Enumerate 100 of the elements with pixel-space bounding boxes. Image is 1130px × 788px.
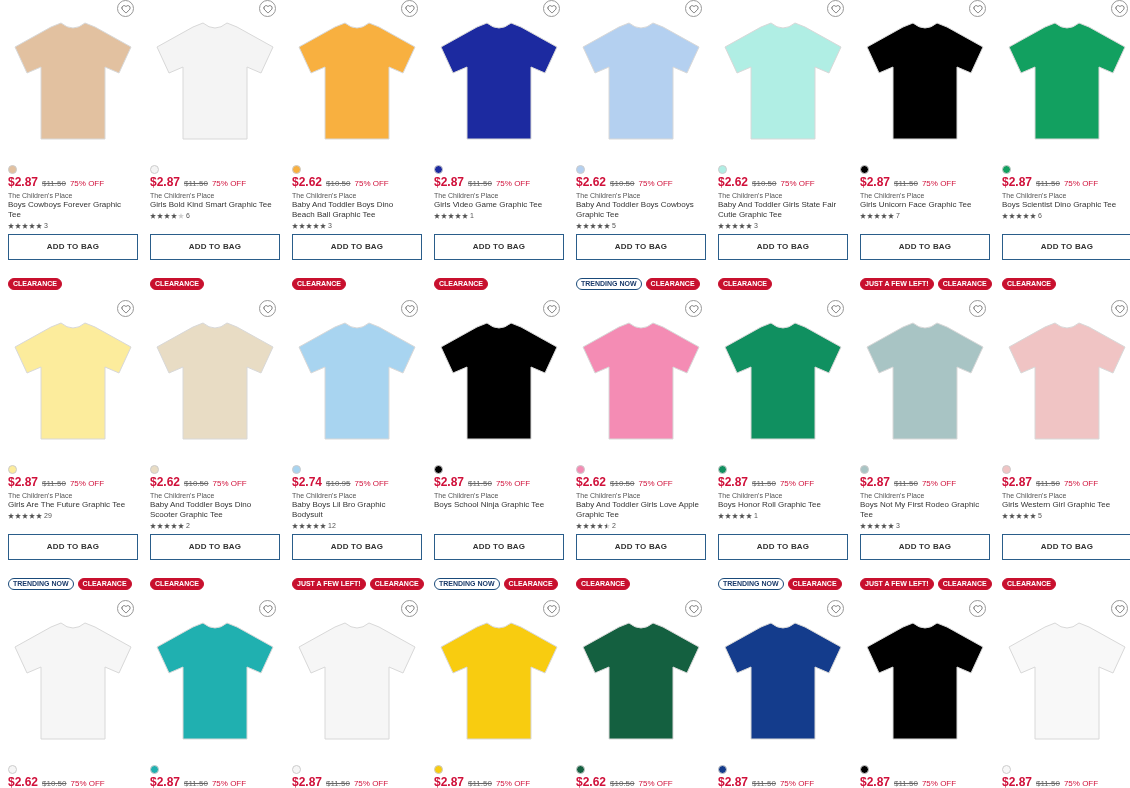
- color-swatch[interactable]: [718, 165, 727, 174]
- color-swatch[interactable]: [8, 765, 17, 774]
- wishlist-button[interactable]: [969, 300, 986, 317]
- product-name[interactable]: Baby And Toddler Boys Cowboys Graphic Tee: [576, 200, 706, 220]
- add-to-bag-button[interactable]: ADD TO BAG: [576, 234, 706, 260]
- add-to-bag-button[interactable]: ADD TO BAG: [150, 534, 280, 560]
- original-price: $10.50: [42, 778, 67, 788]
- wishlist-button[interactable]: [259, 0, 276, 17]
- heart-icon: [120, 3, 131, 14]
- product-name[interactable]: Baby Boys Lil Bro Graphic Bodysuit: [292, 500, 422, 520]
- wishlist-button[interactable]: [1111, 300, 1128, 317]
- wishlist-button[interactable]: [117, 300, 134, 317]
- product-name[interactable]: Baby And Toddler Boys Dino Beach Ball Graphic Tee: [292, 200, 422, 220]
- color-swatch[interactable]: [292, 465, 301, 474]
- wishlist-button[interactable]: [827, 600, 844, 617]
- discount-label: 75% OFF: [1063, 478, 1099, 490]
- color-swatch[interactable]: [718, 465, 727, 474]
- wishlist-button[interactable]: [543, 600, 560, 617]
- wishlist-button[interactable]: [117, 600, 134, 617]
- color-swatch[interactable]: [150, 465, 159, 474]
- color-swatch[interactable]: [1002, 465, 1011, 474]
- original-price: $11.50: [752, 478, 776, 490]
- product-name[interactable]: Boys Honor Roll Graphic Tee: [718, 500, 825, 510]
- original-price: $11.50: [184, 778, 208, 788]
- add-to-bag-button[interactable]: ADD TO BAG: [718, 534, 848, 560]
- heart-icon: [830, 3, 841, 14]
- product-name[interactable]: Girls Western Girl Graphic Tee: [1002, 500, 1115, 510]
- add-to-bag-button[interactable]: ADD TO BAG: [1002, 534, 1130, 560]
- add-to-bag-button[interactable]: ADD TO BAG: [718, 234, 848, 260]
- product-name[interactable]: Boys Scientist Dino Graphic Tee: [1002, 200, 1121, 210]
- color-swatch[interactable]: [150, 165, 159, 174]
- add-to-bag-button[interactable]: ADD TO BAG: [1002, 234, 1130, 260]
- color-swatch[interactable]: [8, 465, 17, 474]
- product-name[interactable]: Girls Bold Kind Smart Graphic Tee: [150, 200, 276, 210]
- wishlist-button[interactable]: [401, 0, 418, 17]
- sale-price: $2.62: [576, 175, 607, 189]
- original-price: $10.50: [610, 478, 635, 490]
- wishlist-button[interactable]: [117, 0, 134, 17]
- add-to-bag-button[interactable]: ADD TO BAG: [8, 234, 138, 260]
- color-swatch[interactable]: [292, 765, 301, 774]
- add-to-bag-button[interactable]: ADD TO BAG: [150, 234, 280, 260]
- wishlist-button[interactable]: [543, 300, 560, 317]
- add-to-bag-button[interactable]: ADD TO BAG: [434, 534, 564, 560]
- color-swatch[interactable]: [576, 765, 585, 774]
- wishlist-button[interactable]: [259, 600, 276, 617]
- sale-price: $2.87: [718, 475, 749, 489]
- wishlist-button[interactable]: [259, 300, 276, 317]
- add-to-bag-button[interactable]: ADD TO BAG: [576, 534, 706, 560]
- product-name[interactable]: Girls Video Game Graphic Tee: [434, 200, 547, 210]
- color-swatch[interactable]: [860, 165, 869, 174]
- product-name[interactable]: Girls Unicorn Face Graphic Tee: [860, 200, 976, 210]
- wishlist-button[interactable]: [401, 300, 418, 317]
- color-swatch[interactable]: [1002, 165, 1011, 174]
- add-to-bag-button[interactable]: ADD TO BAG: [860, 234, 990, 260]
- color-swatch[interactable]: [1002, 765, 1011, 774]
- product-name[interactable]: Boys School Ninja Graphic Tee: [434, 500, 549, 510]
- discount-label: 75% OFF: [921, 478, 957, 490]
- heart-icon: [1114, 303, 1125, 314]
- discount-label: 75% OFF: [69, 178, 105, 190]
- sale-price: $2.87: [150, 175, 181, 189]
- sale-price: $2.62: [576, 475, 607, 489]
- original-price: $11.50: [1036, 478, 1060, 490]
- color-swatch[interactable]: [8, 165, 17, 174]
- color-swatch[interactable]: [434, 165, 443, 174]
- color-swatch[interactable]: [860, 465, 869, 474]
- sale-price: $2.87: [718, 775, 749, 788]
- wishlist-button[interactable]: [1111, 0, 1128, 17]
- product-name[interactable]: Boys Cowboys Forever Graphic Tee: [8, 200, 138, 220]
- product-name[interactable]: Baby And Toddler Girls State Fair Cutie Graphic Tee: [718, 200, 848, 220]
- wishlist-button[interactable]: [827, 0, 844, 17]
- sale-price: $2.87: [434, 775, 465, 788]
- add-to-bag-button[interactable]: ADD TO BAG: [8, 534, 138, 560]
- product-name[interactable]: Baby And Toddler Girls Love Apple Graphic Tee: [576, 500, 706, 520]
- wishlist-button[interactable]: [685, 300, 702, 317]
- product-name[interactable]: Girls Are The Future Graphic Tee: [8, 500, 130, 510]
- wishlist-button[interactable]: [685, 600, 702, 617]
- color-swatch[interactable]: [576, 465, 585, 474]
- add-to-bag-button[interactable]: ADD TO BAG: [434, 234, 564, 260]
- wishlist-button[interactable]: [401, 600, 418, 617]
- wishlist-button[interactable]: [685, 0, 702, 17]
- wishlist-button[interactable]: [1111, 600, 1128, 617]
- product-name[interactable]: Baby And Toddler Boys Dino Scooter Graphic Tee: [150, 500, 280, 520]
- add-to-bag-button[interactable]: ADD TO BAG: [292, 534, 422, 560]
- color-swatch[interactable]: [860, 765, 869, 774]
- color-swatch[interactable]: [434, 765, 443, 774]
- sale-price: $2.62: [576, 775, 607, 788]
- color-swatch[interactable]: [434, 465, 443, 474]
- color-swatch[interactable]: [150, 765, 159, 774]
- original-price: $11.50: [894, 778, 918, 788]
- wishlist-button[interactable]: [969, 0, 986, 17]
- color-swatch[interactable]: [292, 165, 301, 174]
- add-to-bag-button[interactable]: ADD TO BAG: [860, 534, 990, 560]
- color-swatch[interactable]: [576, 165, 585, 174]
- wishlist-button[interactable]: [827, 300, 844, 317]
- product-name[interactable]: Boys Not My First Rodeo Graphic Tee: [860, 500, 990, 520]
- color-swatch[interactable]: [718, 765, 727, 774]
- wishlist-button[interactable]: [969, 600, 986, 617]
- heart-icon: [1114, 3, 1125, 14]
- wishlist-button[interactable]: [543, 0, 560, 17]
- add-to-bag-button[interactable]: ADD TO BAG: [292, 234, 422, 260]
